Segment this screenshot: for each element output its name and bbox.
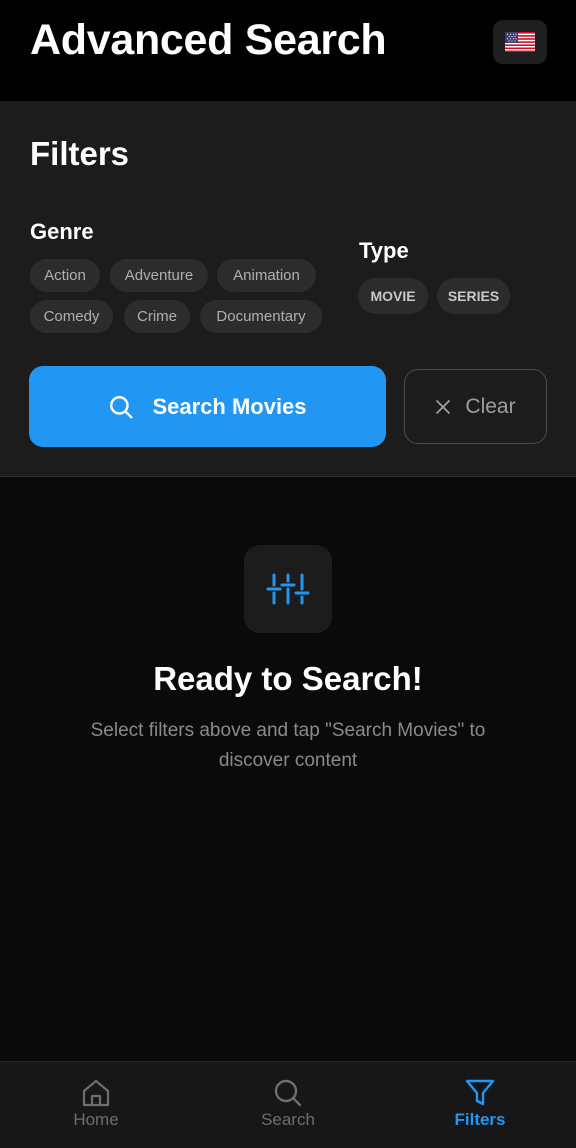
empty-state-icon-box	[244, 545, 332, 633]
app-header: Advanced Search	[0, 0, 576, 101]
genre-chip-comedy[interactable]: Comedy	[30, 300, 113, 333]
clear-label: Clear	[465, 394, 516, 418]
search-icon	[110, 395, 133, 418]
genre-chip-adventure[interactable]: Adventure	[110, 259, 208, 292]
sliders-icon	[266, 573, 310, 605]
empty-state-subtitle: Select filters above and tap "Search Mov…	[90, 720, 486, 771]
bottom-navigation: Home Search Filters	[0, 1061, 576, 1148]
nav-label-search: Search	[261, 1110, 315, 1129]
filters-heading: Filters	[30, 135, 130, 172]
type-label: Type	[359, 238, 409, 263]
filters-panel: Filters Genre Action Adventure Animation…	[0, 101, 576, 477]
empty-state-title: Ready to Search!	[153, 660, 423, 697]
genre-label: Genre	[30, 219, 94, 244]
nav-label-filters: Filters	[454, 1110, 506, 1129]
nav-item-filters[interactable]: Filters	[384, 1062, 576, 1148]
search-movies-button[interactable]: Search Movies	[29, 366, 386, 447]
genre-chip-crime[interactable]: Crime	[124, 300, 190, 333]
clear-button[interactable]: Clear	[404, 369, 547, 444]
nav-label-home: Home	[73, 1110, 119, 1129]
language-button[interactable]	[493, 20, 547, 64]
genre-chip-documentary[interactable]: Documentary	[200, 300, 322, 333]
type-chip-series[interactable]: SERIES	[437, 278, 510, 314]
home-icon	[82, 1079, 110, 1107]
type-chip-movie[interactable]: MOVIE	[358, 278, 428, 314]
close-icon	[436, 399, 451, 414]
search-icon	[274, 1079, 302, 1107]
nav-item-search[interactable]: Search	[192, 1062, 384, 1148]
page-title: Advanced Search	[30, 16, 387, 64]
search-movies-label: Search Movies	[152, 393, 307, 419]
genre-chip-action[interactable]: Action	[30, 259, 100, 292]
filter-icon	[465, 1079, 495, 1106]
genre-chip-animation[interactable]: Animation	[217, 259, 316, 292]
flag-us-icon	[505, 32, 535, 52]
nav-item-home[interactable]: Home	[0, 1062, 192, 1148]
